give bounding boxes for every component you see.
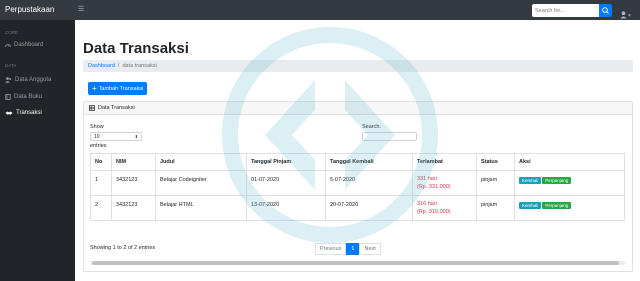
users-icon	[5, 77, 12, 83]
add-transaction-button[interactable]: + Tambah Transaksi	[88, 82, 148, 95]
cell-nim: 3432123	[111, 171, 155, 195]
kembali-button[interactable]: Kembali	[519, 177, 542, 184]
main-content: Data Transaksi Dashboard / data transaksi …	[75, 20, 640, 281]
column-header[interactable]: Tanggal Pinjam	[246, 154, 325, 170]
breadcrumb-current: data transaksi	[122, 63, 157, 69]
entries-select[interactable]: 10 ⬍	[90, 132, 142, 141]
search-button[interactable]	[599, 4, 612, 17]
table-search-label: Search:	[362, 124, 381, 130]
perpanjang-button[interactable]: Perpanjang	[542, 202, 572, 209]
cell-terlambat: 316 hari (Rp. 316.000)	[412, 196, 476, 220]
top-navbar: Perpustakaan ☰	[0, 0, 640, 20]
column-header[interactable]: Judul	[155, 154, 246, 170]
dashboard-icon	[5, 44, 11, 48]
scrollbar-thumb[interactable]	[92, 261, 619, 265]
sidebar-heading-core: CORE	[5, 30, 19, 35]
search-input[interactable]	[532, 4, 599, 17]
cell-status: pinjam	[476, 196, 514, 220]
sidebar-item-dashboard[interactable]: Dashboard	[5, 42, 43, 48]
sidebar-heading-data: DATA	[5, 63, 17, 68]
plus-icon: +	[92, 83, 97, 93]
search-icon	[602, 7, 609, 14]
entries-label: entries	[90, 143, 107, 149]
page-1-button[interactable]: 1	[346, 243, 360, 255]
column-header[interactable]: Tanggal Kembali	[325, 154, 412, 170]
cell-tanggal-pinjam: 01-07-2020	[246, 171, 325, 195]
cell-no: 1	[95, 177, 99, 183]
table-info: Showing 1 to 2 of 2 entries	[90, 245, 156, 251]
page-title: Data Transaksi	[83, 40, 189, 57]
cell-tanggal-kembali: 5-07-2020	[325, 171, 412, 195]
column-header[interactable]: Terlambat	[412, 154, 476, 170]
table-row: 2 3432123 Belajar HTML 13-07-2020 20-07-…	[91, 195, 624, 220]
sidebar-item-label: Dashboard	[14, 42, 44, 48]
breadcrumb-separator: /	[117, 63, 120, 69]
late-days: 331 hari	[417, 176, 437, 182]
card-title: Data Transaksi	[98, 105, 135, 111]
sidebar-item-label: Data Buku	[14, 94, 43, 100]
column-header[interactable]: Status	[476, 154, 514, 170]
perpanjang-button[interactable]: Perpanjang	[542, 177, 572, 184]
cell-nim: 3432123	[111, 196, 155, 220]
horizontal-scrollbar[interactable]	[90, 261, 625, 265]
pagination: Previous 1 Next	[315, 243, 381, 255]
sidebar-item-label: Data Anggota	[15, 77, 52, 83]
late-days: 316 hari	[417, 201, 437, 207]
brand-logo[interactable]: Perpustakaan	[5, 5, 54, 14]
cell-status: pinjam	[476, 171, 514, 195]
late-fine: (Rp. 316.000)	[417, 209, 451, 215]
handshake-icon	[5, 111, 13, 115]
sidebar-item-label: Transaksi	[16, 110, 42, 116]
table-row: 1 3432123 Belajar Codeigniter 01-07-2020…	[91, 170, 624, 195]
column-header[interactable]: Aksi	[514, 154, 624, 170]
sidebar-item-data-buku[interactable]: Data Buku	[5, 94, 42, 100]
table-icon	[89, 105, 95, 111]
previous-page-button[interactable]: Previous	[315, 243, 347, 255]
column-header[interactable]: NIM	[111, 154, 155, 170]
table-header-row: No NIM Judul Tanggal Pinjam Tanggal Kemb…	[91, 154, 624, 170]
transactions-table: No NIM Judul Tanggal Pinjam Tanggal Kemb…	[90, 153, 625, 221]
cell-terlambat: 331 hari (Rp. 331.000)	[412, 171, 476, 195]
next-page-button[interactable]: Next	[359, 243, 381, 255]
book-icon	[5, 94, 11, 100]
show-label: Show	[90, 124, 104, 130]
sidebar-item-transaksi[interactable]: Transaksi	[5, 110, 42, 116]
sidebar: CORE Dashboard DATA Data Anggota Data Bu…	[0, 20, 75, 281]
kembali-button[interactable]: Kembali	[519, 202, 542, 209]
sidebar-toggle-icon[interactable]: ☰	[78, 5, 84, 13]
cell-no: 2	[95, 202, 99, 208]
late-fine: (Rp. 331.000)	[417, 184, 451, 190]
cell-judul: Belajar HTML	[155, 196, 246, 220]
cell-judul: Belajar Codeigniter	[155, 171, 246, 195]
card-header: Data Transaksi	[84, 102, 632, 115]
breadcrumb-dashboard-link[interactable]: Dashboard	[88, 63, 115, 69]
entries-select-value: 10	[94, 134, 100, 140]
transactions-card: Data Transaksi Show 10 ⬍ entries Search:…	[83, 101, 633, 272]
cell-tanggal-pinjam: 13-07-2020	[246, 196, 325, 220]
cell-tanggal-kembali: 20-07-2020	[325, 196, 412, 220]
cell-aksi: Kembali Perpanjang	[514, 171, 624, 195]
chevron-updown-icon: ⬍	[134, 134, 138, 139]
table-search-input[interactable]	[362, 132, 417, 141]
user-icon	[620, 11, 631, 19]
cell-aksi: Kembali Perpanjang	[514, 196, 624, 220]
sidebar-item-data-anggota[interactable]: Data Anggota	[5, 77, 51, 83]
breadcrumb: Dashboard / data transaksi	[83, 60, 633, 72]
column-header[interactable]: No	[91, 154, 111, 170]
add-transaction-label: Tambah Transaksi	[98, 85, 144, 92]
